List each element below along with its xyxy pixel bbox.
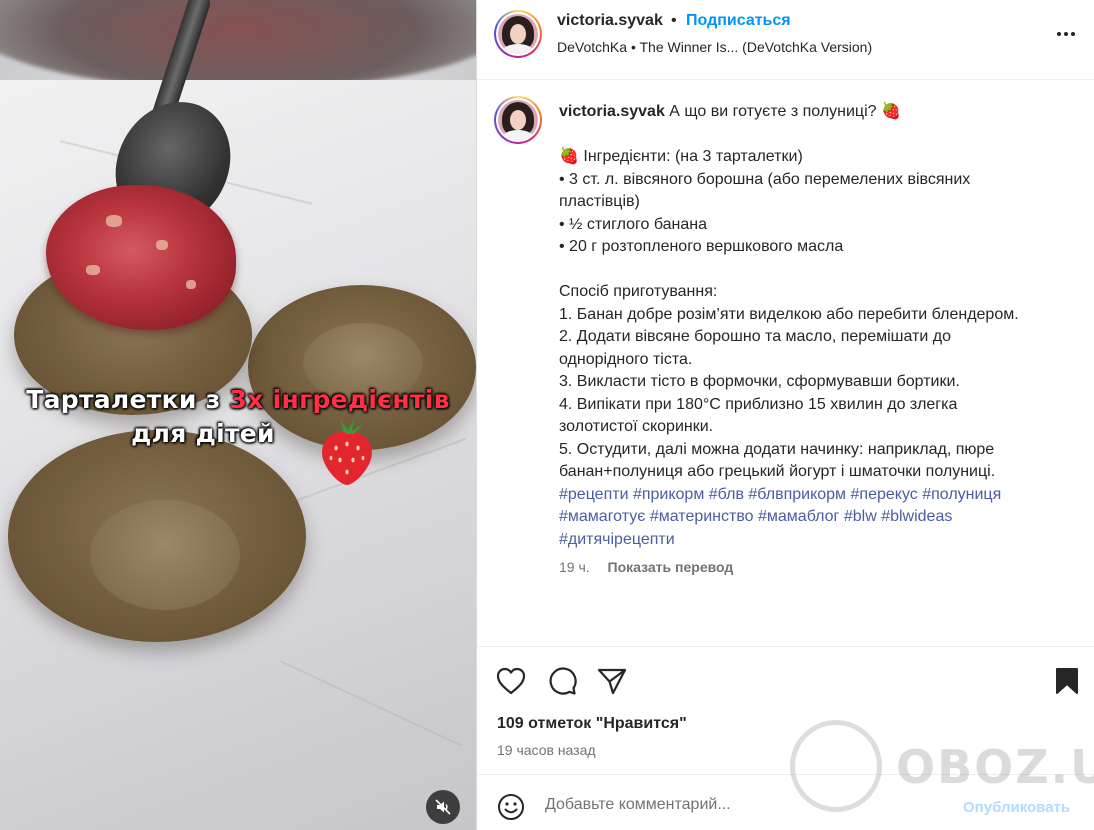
- video-overlay-title: Тарталетки з 3х інгредієнтів: [0, 385, 476, 414]
- caption-text: victoria.syvak А що ви готуєте з полуниц…: [559, 101, 1069, 551]
- post-timestamp[interactable]: 19 часов назад: [497, 742, 596, 758]
- method-step: однорідного тіста.: [559, 350, 693, 368]
- video-overlay-subtitle: для дітей: [0, 419, 476, 448]
- strawberry-bowl-background: [0, 0, 476, 90]
- bookmark-icon[interactable]: [1051, 665, 1083, 697]
- post-side-panel: victoria.syvak • Подписаться DeVotchKa •…: [476, 0, 1094, 830]
- method-title: Спосіб приготування:: [559, 283, 718, 300]
- caption-username[interactable]: victoria.syvak: [559, 103, 665, 120]
- action-bar: [477, 646, 1094, 714]
- ingredient-item: • 3 ст. л. вівсяного борошна (або переме…: [559, 170, 971, 188]
- method-step: золотистої скоринки.: [559, 418, 714, 435]
- author-avatar[interactable]: [494, 10, 542, 58]
- post-header: victoria.syvak • Подписаться DeVotchKa •…: [477, 0, 1094, 80]
- method-step: 4. Випікати при 180°C приблизно 15 хвили…: [559, 395, 958, 413]
- comment-bar: Опубликовать: [477, 774, 1094, 830]
- caption-intro: А що ви готуєте з полуниці? 🍓: [664, 103, 901, 120]
- like-count[interactable]: 109 отметок "Нравится": [497, 715, 687, 733]
- caption-avatar[interactable]: [494, 96, 542, 144]
- hashtag-links[interactable]: #мамаготує #материнство #мамаблог #blw #…: [559, 506, 1069, 529]
- caption-meta: 19 ч. Показать перевод: [559, 559, 733, 575]
- header-separator: •: [671, 12, 677, 29]
- method-step: 3. Викласти тісто в формочки, сформувавш…: [559, 373, 960, 390]
- hashtag-links[interactable]: #рецепти #прикорм #блв #блвприкорм #пере…: [559, 484, 1069, 507]
- caption-time[interactable]: 19 ч.: [559, 559, 590, 575]
- comment-input[interactable]: [545, 791, 945, 819]
- comment-icon[interactable]: [546, 665, 578, 697]
- tartlet-front: [8, 430, 306, 642]
- show-translation-button[interactable]: Показать перевод: [608, 559, 734, 575]
- publish-comment-button[interactable]: Опубликовать: [963, 799, 1070, 816]
- more-horizontal-icon[interactable]: [1054, 22, 1078, 46]
- volume-muted-icon[interactable]: [426, 790, 460, 824]
- method-step: 2. Додати вівсяне борошно та масло, пере…: [559, 328, 951, 345]
- caption-section: victoria.syvak А що ви готуєте з полуниц…: [477, 81, 1094, 646]
- ingredients-title: 🍓 Інгредієнти: (на 3 тарталетки): [559, 148, 803, 165]
- hashtag-links[interactable]: #дитячірецепти: [559, 529, 1069, 552]
- audio-track-link[interactable]: DeVotchKa • The Winner Is... (DeVotchKa …: [557, 39, 872, 55]
- ingredient-item: • 20 г розтопленого вершкового масла: [559, 238, 844, 255]
- send-icon[interactable]: [596, 665, 628, 697]
- method-step: 1. Банан добре розім’яти виделкою або пе…: [559, 305, 1019, 323]
- heart-icon[interactable]: [495, 665, 527, 697]
- overlay-text-2: для дітей: [131, 419, 275, 448]
- method-step: банан+полуниця або грецький йогурт і шма…: [559, 463, 996, 480]
- ingredient-item: пластівців): [559, 193, 640, 210]
- overlay-highlight-text: 3х інгредієнтів: [229, 385, 450, 414]
- author-username[interactable]: victoria.syvak: [557, 12, 663, 30]
- ingredient-item: • ½ стиглого банана: [559, 215, 707, 233]
- follow-button[interactable]: Подписаться: [686, 12, 791, 30]
- overlay-text: Тарталетки з: [26, 385, 230, 414]
- method-step: 5. Остудити, далі можна додати начинку: …: [559, 440, 995, 458]
- emoji-icon[interactable]: [497, 793, 525, 821]
- strawberry-icon: [322, 419, 372, 485]
- post-media[interactable]: Тарталетки з 3х інгредієнтів для дітей: [0, 0, 476, 830]
